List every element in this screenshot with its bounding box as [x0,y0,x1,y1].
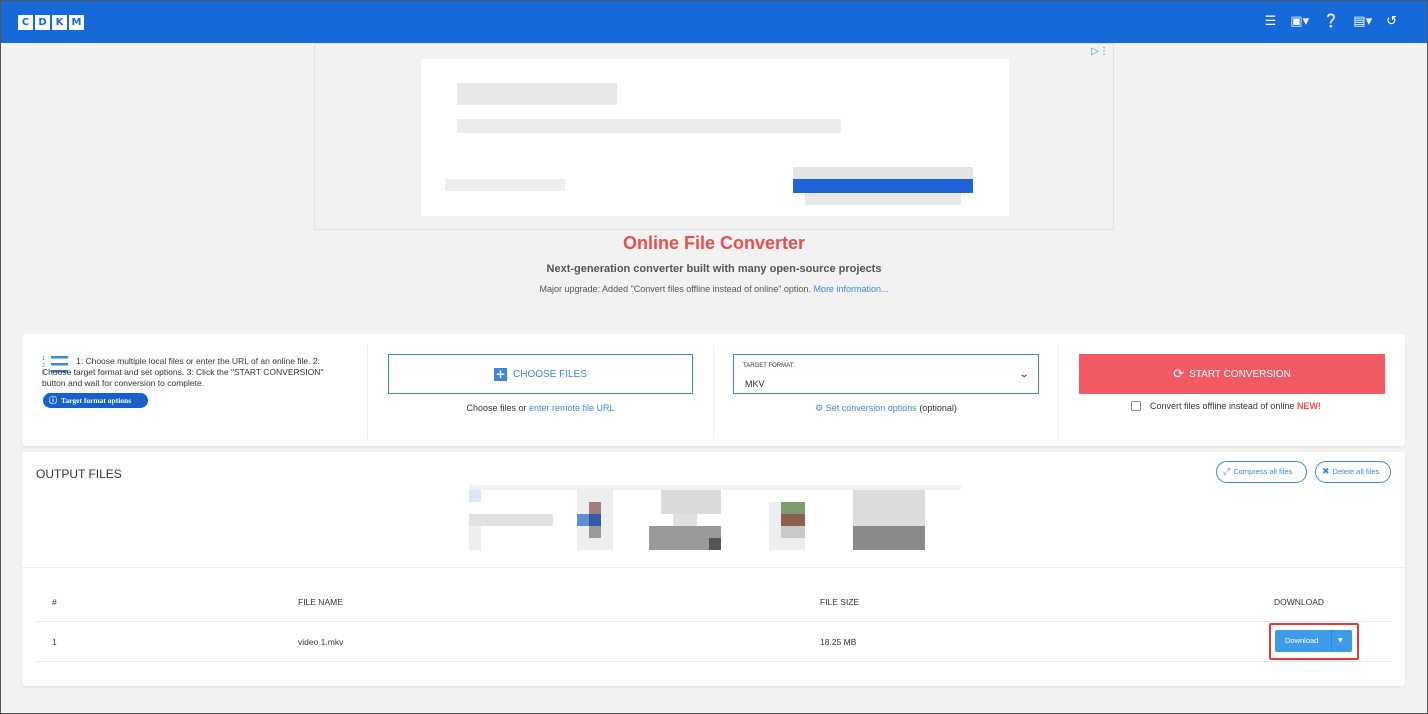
gear-icon: ⚙ [815,404,824,414]
output-files-title: OUTPUT FILES [36,467,122,481]
chevron-down-icon[interactable]: ▼ [1338,630,1343,652]
upgrade-notice: Major upgrade: Added "Convert files offl… [1,284,1427,294]
logo-letter-m: M [69,15,84,30]
close-circle-icon: ✖ [1322,467,1330,477]
start-conversion-label: START CONVERSION [1189,368,1291,380]
row-index: 1 [52,637,57,647]
download-button[interactable]: Download ▼ [1275,630,1352,652]
top-icons: ☰ ▣▾ ❔ ▤▾ ↺ [1265,13,1397,31]
language-icon[interactable]: ▤▾ [1353,13,1372,31]
compress-all-button[interactable]: ⤢ Compress all files [1216,461,1307,483]
logo-letter-d: D [35,15,50,30]
download-split-divider [1331,630,1332,652]
column-divider [713,346,714,438]
column-header-index: # [52,597,57,607]
output-files-panel: OUTPUT FILES ⤢ Compress all files ✖ Delete… [22,452,1405,686]
ad-content [421,59,1009,216]
offline-option: Convert files offline instead of online … [1131,401,1321,411]
table-header-divider [36,621,1391,622]
offline-checkbox[interactable] [1131,401,1141,411]
choose-files-button[interactable]: + CHOOSE FILES [388,354,693,394]
toolbox-icon[interactable]: ▣▾ [1290,13,1309,31]
logo-letter-k: K [52,15,67,30]
row-file-size: 18.25 MB [820,637,857,647]
target-format-options-label: Target format options [61,396,132,405]
upgrade-text: Major upgrade: Added "Convert files offl… [539,284,811,294]
target-format-label: TARGET FORMAT: [743,363,795,369]
target-format-value: MKV [745,379,765,389]
top-bar: C D K M ☰ ▣▾ ❔ ▤▾ ↺ [1,1,1427,43]
optional-label: (optional) [919,403,957,413]
page-title: Online File Converter [622,233,806,253]
converter-panel: 1 2 3 1: Choose multiple local files or … [22,334,1405,446]
table-row-divider [36,661,1391,662]
ad-choices-icon[interactable]: ▷⋮ [1091,46,1109,57]
column-header-download: DOWNLOAD [1274,597,1325,607]
compress-all-label: Compress all files [1233,467,1293,476]
set-conversion-options-link[interactable]: Set conversion options [826,403,917,413]
choose-files-label: CHOOSE FILES [513,368,587,380]
layers-icon[interactable]: ☰ [1265,13,1277,31]
target-format-select[interactable]: TARGET FORMAT: MKV ⌄ [733,354,1039,394]
column-divider [367,346,368,438]
column-divider [1058,346,1059,438]
delete-all-label: Delete all files [1332,467,1380,476]
ad-banner[interactable]: ▷⋮ [314,43,1114,230]
download-label: Download [1285,636,1319,645]
choose-files-hint: Choose files or enter remote file URL [388,403,693,413]
row-file-name: video 1.mkv [298,637,344,647]
column-header-file-name: FILE NAME [298,597,343,607]
steps-instructions: 1: Choose multiple local files or enter … [42,356,324,388]
choose-files-hint-text: Choose files or [466,403,527,413]
conversion-options-hint: ⚙ Set conversion options (optional) [733,403,1039,414]
chevron-down-icon: ⌄ [1018,369,1030,380]
column-header-file-size: FILE SIZE [820,597,860,607]
delete-all-button[interactable]: ✖ Delete all files [1315,461,1391,483]
logo[interactable]: C D K M [18,15,84,30]
info-icon: ⓘ [49,396,57,405]
refresh-icon: ⟳ [1173,366,1185,382]
help-icon[interactable]: ❔ [1323,13,1339,31]
output-divider [22,567,1405,568]
compress-icon: ⤢ [1223,467,1231,477]
start-conversion-button[interactable]: ⟳ START CONVERSION [1079,354,1385,394]
logo-letter-c: C [18,15,33,30]
target-format-options-button[interactable]: ⓘ Target format options [43,393,148,408]
new-badge: NEW! [1296,401,1321,411]
page-subtitle: Next-generation converter built with man… [546,263,882,275]
plus-icon: + [494,366,508,381]
history-icon[interactable]: ↺ [1386,13,1397,31]
more-information-link[interactable]: More information... [813,284,888,294]
enter-remote-url-link[interactable]: enter remote file URL [529,403,615,413]
offline-label: Convert files offline instead of online [1150,401,1295,411]
download-highlight: Download ▼ [1269,623,1359,660]
